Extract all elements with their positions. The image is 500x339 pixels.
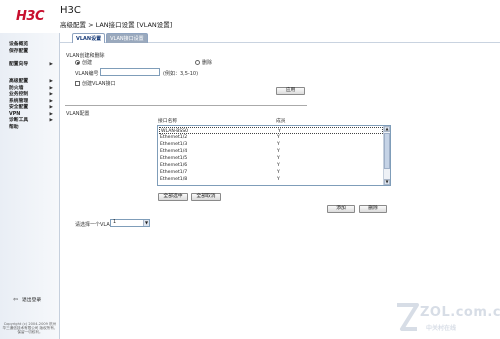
list-item[interactable]: Ethernet1/4 Y: [159, 148, 383, 155]
section-title-vlan-config: VLAN配置: [66, 111, 90, 117]
list-item[interactable]: Ethernet1/7 Y: [159, 169, 383, 176]
section-title-vlan-create-delete: VLAN创建和删除: [66, 53, 105, 59]
radio-button[interactable]: [195, 60, 200, 65]
apply-button[interactable]: 应用: [276, 87, 305, 95]
port-member: Y: [277, 135, 280, 140]
port-member: Y: [277, 177, 280, 182]
scroll-down-icon[interactable]: ▼: [384, 179, 390, 185]
port-member: Y: [277, 163, 280, 168]
copyright-text: Copyright (c) 2004-2009 杭州华三通信技术有限公司 版权所…: [2, 322, 58, 335]
list-item[interactable]: WLAN-BSS0 Y: [159, 127, 383, 134]
sidebar: 设备概览 保存配置 配置向导 ▶ 高级配置 ▶ 防火墙 ▶ 业务控制 ▶ 系统管…: [0, 33, 60, 339]
add-button[interactable]: 添加: [327, 205, 355, 213]
checkbox[interactable]: [75, 81, 80, 86]
port-member: Y: [277, 170, 280, 175]
sidebar-item-label: 诊断工具: [9, 118, 29, 123]
radio-delete[interactable]: 删除: [195, 59, 212, 66]
vlan-select[interactable]: 1 ▼: [110, 219, 150, 227]
create-vlan-interface-checkbox[interactable]: 创建VLAN接口: [75, 80, 115, 87]
sidebar-item-save-config[interactable]: 保存配置: [0, 49, 60, 56]
watermark-text: ZOL.com.cn: [420, 305, 500, 320]
deselect-all-button[interactable]: 全部取消: [191, 193, 221, 201]
port-name: Ethernet1/5: [160, 156, 188, 161]
tab-vlan-settings[interactable]: VLAN设置: [72, 33, 106, 43]
top-header: H3C H3C 高级配置 > LAN接口设置 [VLAN设置] VLAN设置 V…: [0, 0, 500, 43]
port-name: Ethernet1/3: [160, 142, 188, 147]
zol-logo-icon: [397, 303, 419, 331]
port-member: Y: [277, 156, 280, 161]
sidebar-item-config-wizard[interactable]: 配置向导 ▶: [0, 62, 60, 69]
vlan-select-value: 1: [113, 220, 117, 225]
column-header-member: 成员: [276, 119, 286, 124]
delete-button[interactable]: 删除: [359, 205, 387, 213]
listbox-scrollbar[interactable]: ▲ ▼: [383, 126, 390, 185]
sidebar-item-help[interactable]: 帮助: [0, 125, 60, 132]
radio-delete-label: 删除: [202, 60, 213, 66]
port-name: Ethernet1/6: [160, 163, 188, 168]
logout-icon: ⇦: [13, 295, 19, 303]
sidebar-top-group: 设备概览 保存配置: [0, 42, 60, 55]
list-item[interactable]: Ethernet1/8 Y: [159, 176, 383, 183]
sidebar-item-label: 安全配置: [9, 105, 29, 110]
create-vlan-interface-label: 创建VLAN接口: [82, 81, 116, 87]
sidebar-item-label: 高级配置: [9, 79, 29, 84]
sidebar-item-label: VPN: [9, 111, 21, 117]
vlan-id-label: VLAN编号: [75, 71, 99, 77]
logo-text: H3C: [16, 9, 44, 24]
vlan-id-input[interactable]: [100, 68, 160, 76]
chevron-right-icon: ▶: [49, 62, 53, 67]
port-member: Y: [277, 149, 280, 154]
sidebar-main-group: 高级配置 ▶ 防火墙 ▶ 业务控制 ▶ 系统管理 ▶ 安全配置 ▶ VPN ▶ …: [0, 79, 60, 131]
port-name: Ethernet1/4: [160, 149, 188, 154]
sidebar-item-label: 系统管理: [9, 98, 29, 104]
column-header-port-name: 接口名称: [158, 119, 178, 124]
select-all-button[interactable]: 全部选中: [158, 193, 188, 201]
port-listbox[interactable]: WLAN-BSS0 Y Ethernet1/2 Y Ethernet1/3 Y …: [157, 125, 391, 186]
port-name: Ethernet1/7: [160, 170, 188, 175]
tab-vlan-interface-settings[interactable]: VLAN接口设置: [106, 33, 148, 43]
radio-create[interactable]: 创建: [75, 59, 92, 66]
vlan-id-hint: (例如：3,5-10): [163, 71, 199, 77]
scroll-thumb[interactable]: [384, 133, 390, 169]
radio-create-label: 创建: [82, 60, 93, 66]
sidebar-item-label: 防火墙: [9, 85, 24, 91]
port-member: Y: [277, 142, 280, 147]
h3c-logo: H3C: [0, 0, 60, 33]
watermark-subtext: 中关村在线: [426, 325, 457, 332]
logout-link[interactable]: ⇦ 退出登录: [13, 296, 41, 303]
port-name: Ethernet1/2: [160, 135, 188, 140]
sidebar-item-label: 业务控制: [9, 92, 29, 97]
port-name: Ethernet1/8: [160, 177, 188, 182]
list-item[interactable]: Ethernet1/2 Y: [159, 134, 383, 141]
sidebar-item-label: 配置向导: [9, 62, 29, 67]
radio-button-checked[interactable]: [75, 60, 80, 65]
sidebar-wizard-group: 配置向导 ▶: [0, 62, 60, 69]
list-item[interactable]: Ethernet1/6 Y: [159, 162, 383, 169]
brand-title: H3C: [60, 5, 81, 16]
logout-label: 退出登录: [22, 298, 42, 303]
chevron-down-icon: ▼: [143, 220, 149, 226]
select-vlan-label: 请选择一个VLAN: [75, 222, 114, 228]
list-item[interactable]: Ethernet1/5 Y: [159, 155, 383, 162]
zol-watermark: ZOL.com.cn 中关村在线: [388, 299, 500, 339]
tab-bar: VLAN设置 VLAN接口设置: [72, 33, 148, 43]
breadcrumb: 高级配置 > LAN接口设置 [VLAN设置]: [60, 21, 173, 29]
scroll-up-icon[interactable]: ▲: [384, 126, 390, 132]
main-content: VLAN创建和删除 创建 删除 VLAN编号 (例如：3,5-10) 创建VLA…: [60, 43, 500, 339]
list-item[interactable]: Ethernet1/3 Y: [159, 141, 383, 148]
divider: [65, 105, 307, 106]
